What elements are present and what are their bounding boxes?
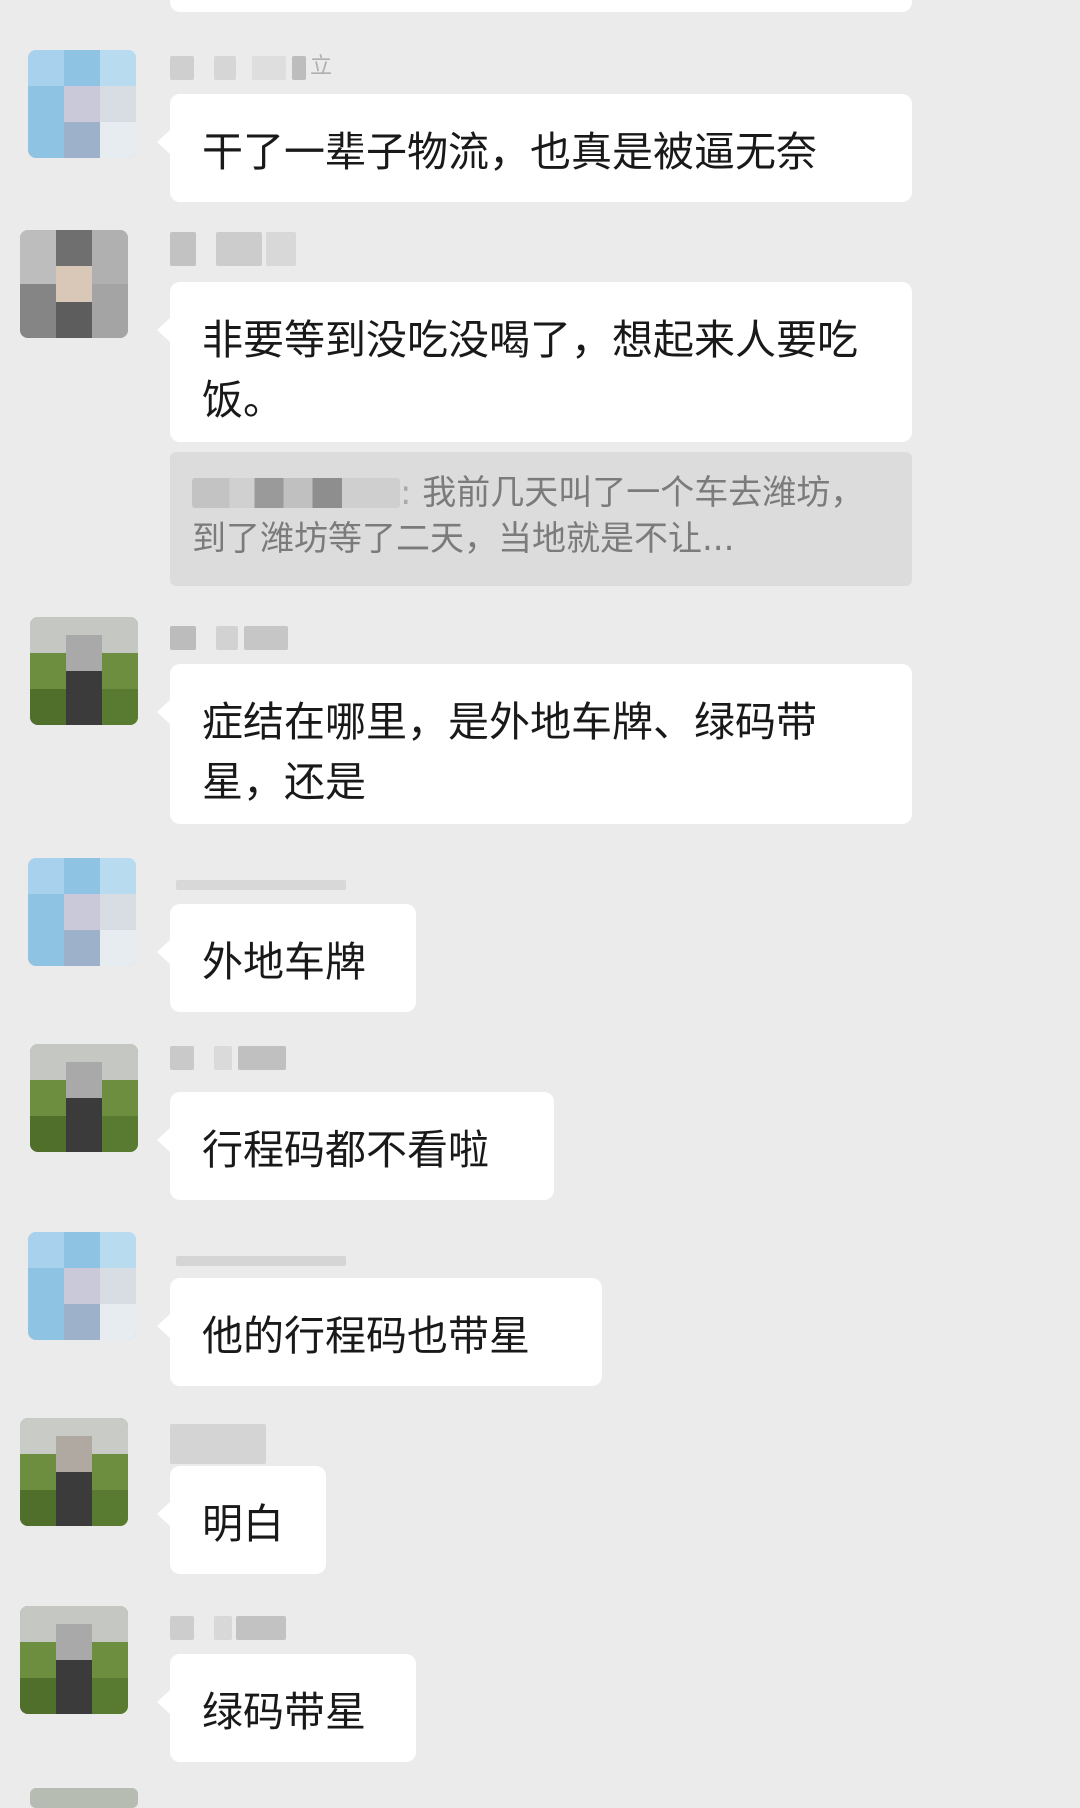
message-bubble[interactable]: 干了一辈子物流，也真是被逼无奈 [157,94,912,202]
avatar-mosaic-sky-icon[interactable] [28,1232,136,1340]
message-bubble[interactable]: 明白 [157,1466,326,1574]
message-bubble[interactable]: 绿码带星 [157,1654,416,1762]
quote-separator: : [400,473,412,513]
message-bubble[interactable]: 外地车牌 [157,904,416,1012]
quoted-sender-blurred [192,478,400,508]
message-bubble[interactable]: 他的行程码也带星 [157,1278,602,1386]
nickname-fragment: 立 [310,54,333,79]
avatar-mosaic-person-icon[interactable] [20,230,128,338]
message-bubble[interactable]: 非要等到没吃没喝了，想起来人要吃饭。 [157,282,912,442]
message-bubble[interactable]: 行程码都不看啦 [157,1092,554,1200]
avatar-mosaic-lawn-icon[interactable] [20,1606,128,1714]
next-avatar-partial [30,1788,138,1808]
sender-nickname [176,1248,366,1272]
sender-nickname [170,232,360,266]
sender-nickname [170,1424,360,1464]
avatar-mosaic-lawn-icon[interactable] [30,617,138,725]
message-bubble[interactable]: 症结在哪里，是外地车牌、绿码带星，还是 [157,664,912,824]
avatar-mosaic-lawn-icon[interactable] [30,1044,138,1152]
sender-nickname [176,872,366,896]
sender-nickname [170,1616,360,1640]
sender-nickname [170,1046,360,1070]
quoted-message[interactable]: : 我前几天叫了一个车去潍坊，到了潍坊等了二天，当地就是不让... [170,452,912,586]
previous-message-bubble [170,0,912,12]
sender-nickname: 立 [170,54,360,80]
avatar-mosaic-sky-icon[interactable] [28,50,136,158]
avatar-mosaic-sky-icon[interactable] [28,858,136,966]
sender-nickname [170,626,360,650]
avatar-mosaic-lawn-icon[interactable] [20,1418,128,1526]
